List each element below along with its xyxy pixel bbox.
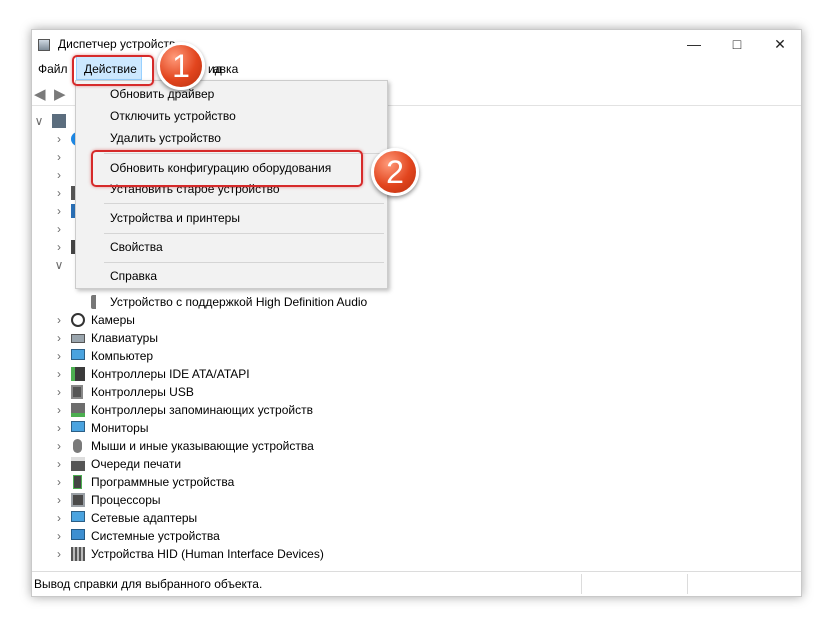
chevron-right-icon[interactable]: ›: [54, 347, 64, 365]
row-label: Сетевые адаптеры: [91, 511, 198, 525]
device-manager-icon: [38, 39, 50, 51]
menu-separator: [104, 203, 384, 204]
highlight-action-menu: [72, 55, 154, 86]
chevron-right-icon[interactable]: ›: [54, 148, 64, 166]
status-divider: [687, 574, 688, 594]
processor-icon: [71, 493, 85, 507]
title-bar: Диспетчер устройств — □ ✕: [32, 30, 801, 58]
chevron-right-icon[interactable]: ›: [54, 401, 64, 419]
menu-item-help[interactable]: Справка: [110, 269, 157, 283]
row-label: Компьютер: [91, 349, 154, 363]
storage-controller-icon: [71, 403, 85, 417]
chevron-right-icon[interactable]: ›: [54, 383, 64, 401]
row-label: Камеры: [91, 313, 135, 327]
printer-icon: [71, 457, 85, 471]
chevron-right-icon[interactable]: ›: [54, 166, 64, 184]
menu-file[interactable]: Файл: [38, 62, 68, 76]
chevron-right-icon[interactable]: ›: [54, 365, 64, 383]
speaker-icon: [91, 295, 105, 309]
row-label: Устройство с поддержкой High Definition …: [110, 295, 368, 309]
row-label: Клавиатуры: [91, 331, 158, 345]
chevron-right-icon[interactable]: ›: [54, 437, 64, 455]
status-text: Вывод справки для выбранного объекта.: [34, 577, 263, 591]
back-arrow-icon[interactable]: ◀: [34, 85, 46, 103]
row-label: Очереди печати: [91, 457, 182, 471]
row-label: Системные устройства: [91, 529, 220, 543]
minimize-icon[interactable]: —: [673, 30, 715, 58]
status-bar: Вывод справки для выбранного объекта.: [32, 571, 801, 596]
chevron-down-icon[interactable]: ∨: [34, 112, 44, 130]
computer-icon: [52, 114, 66, 128]
status-divider: [581, 574, 582, 594]
step-2-badge: 2: [371, 148, 419, 196]
window-title: Диспетчер устройств: [58, 37, 176, 51]
menu-separator: [104, 233, 384, 234]
chevron-right-icon[interactable]: ›: [54, 509, 64, 527]
menu-separator: [104, 262, 384, 263]
usb-controller-icon: [71, 385, 83, 399]
row-label: Контроллеры IDE ATA/ATAPI: [91, 367, 250, 381]
software-device-icon: [73, 475, 82, 489]
chevron-right-icon[interactable]: ›: [54, 311, 64, 329]
chevron-right-icon[interactable]: ›: [54, 238, 64, 256]
menu-item-devices-and-printers[interactable]: Устройства и принтеры: [110, 211, 240, 225]
chevron-down-icon[interactable]: ∨: [54, 256, 64, 274]
row-label: Мыши и иные указывающие устройства: [91, 439, 314, 453]
menu-item-update-driver[interactable]: Обновить драйвер: [110, 87, 214, 101]
row-label: Процессоры: [91, 493, 161, 507]
close-icon[interactable]: ✕: [759, 30, 801, 58]
chevron-right-icon[interactable]: ›: [54, 527, 64, 545]
menu-item-disable-device[interactable]: Отключить устройство: [110, 109, 236, 123]
chevron-right-icon[interactable]: ›: [54, 329, 64, 347]
highlight-scan-hardware: [91, 150, 363, 187]
ide-controller-icon: [71, 367, 85, 381]
row-label: Программные устройства: [91, 475, 235, 489]
forward-arrow-icon[interactable]: ▶: [54, 85, 66, 103]
camera-icon: [71, 313, 85, 327]
chevron-right-icon[interactable]: ›: [54, 455, 64, 473]
hid-icon: [71, 547, 85, 561]
menu-item-uninstall-device[interactable]: Удалить устройство: [110, 131, 221, 145]
menu-item-properties[interactable]: Свойства: [110, 240, 163, 254]
computer-monitor-icon: [71, 349, 85, 360]
chevron-right-icon[interactable]: ›: [54, 491, 64, 509]
network-adapter-icon: [71, 511, 85, 522]
maximize-icon[interactable]: □: [716, 30, 758, 58]
system-device-icon: [71, 529, 85, 540]
chevron-right-icon[interactable]: ›: [54, 419, 64, 437]
chevron-right-icon[interactable]: ›: [54, 184, 64, 202]
row-label: Контроллеры запоминающих устройств: [91, 403, 313, 417]
chevron-right-icon[interactable]: ›: [54, 220, 64, 238]
keyboard-icon: [71, 334, 85, 343]
chevron-right-icon[interactable]: ›: [54, 202, 64, 220]
step-1-badge: 1: [157, 42, 205, 90]
row-label: Мониторы: [91, 421, 149, 435]
chevron-right-icon[interactable]: ›: [54, 545, 64, 563]
menu-help[interactable]: авка: [213, 62, 238, 76]
row-label: Контроллеры USB: [91, 385, 194, 399]
monitor-icon: [71, 421, 85, 432]
chevron-right-icon[interactable]: ›: [54, 130, 64, 148]
mouse-icon: [73, 439, 82, 453]
chevron-right-icon[interactable]: ›: [54, 473, 64, 491]
row-label: Устройства HID (Human Interface Devices): [91, 547, 324, 561]
